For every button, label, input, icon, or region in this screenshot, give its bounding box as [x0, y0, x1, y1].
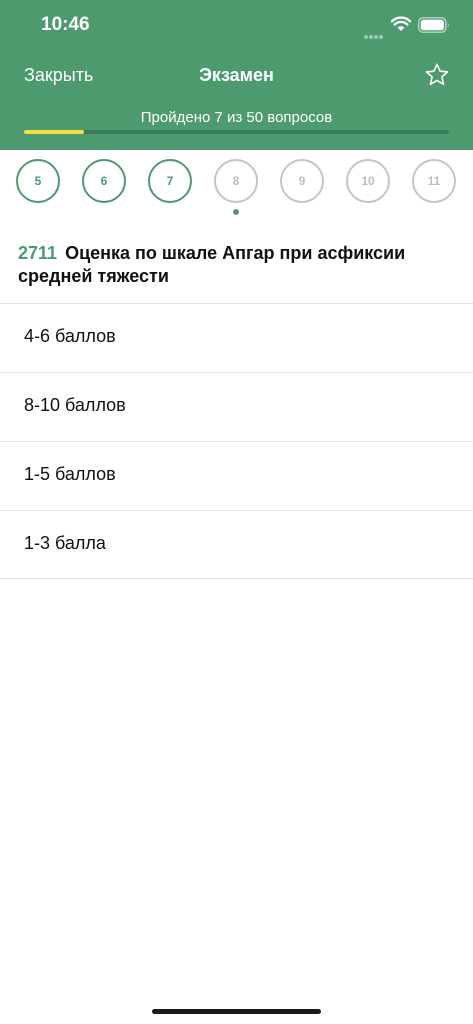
question-number-circle[interactable]: 10 — [346, 159, 390, 203]
exam-header: 10:46 Закрыть Экзамен Пройдено 7 из 50 в… — [0, 0, 473, 150]
battery-icon — [418, 17, 449, 33]
page-indicator-dot — [233, 209, 239, 215]
answer-option[interactable]: 1-3 балла — [0, 510, 473, 579]
question-number-circle[interactable]: 6 — [82, 159, 126, 203]
status-time: 10:46 — [41, 14, 90, 35]
star-outline-icon[interactable] — [424, 62, 450, 88]
question-number-circle[interactable]: 5 — [16, 159, 60, 203]
home-indicator — [152, 1009, 321, 1014]
progress-bar-fill — [24, 130, 84, 134]
navigation-bar: Закрыть Экзамен — [0, 56, 473, 96]
question-number: 2711 — [18, 243, 58, 263]
answer-option[interactable]: 4-6 баллов — [0, 303, 473, 372]
answer-option-label: 1-5 баллов — [24, 464, 116, 484]
question-text: Оценка по шкале Апгар при асфиксии средн… — [18, 243, 406, 286]
question-number-circle[interactable]: 8 — [214, 159, 258, 203]
question-number-circle[interactable]: 7 — [148, 159, 192, 203]
question-number-circle[interactable]: 11 — [412, 159, 456, 203]
answer-option-label: 1-3 балла — [24, 533, 106, 553]
question-block: 2711 Оценка по шкале Апгар при асфиксии с… — [18, 242, 458, 288]
status-bar: 10:46 — [0, 0, 473, 52]
answer-option-label: 8-10 баллов — [24, 395, 126, 415]
close-button[interactable]: Закрыть — [24, 65, 93, 86]
answer-option[interactable]: 1-5 баллов — [0, 441, 473, 510]
cellular-signal-icon — [364, 26, 386, 39]
answer-option[interactable]: 8-10 баллов — [0, 372, 473, 441]
progress-bar — [24, 130, 449, 134]
answer-option-label: 4-6 баллов — [24, 326, 116, 346]
question-number-circle[interactable]: 9 — [280, 159, 324, 203]
wifi-icon — [391, 16, 411, 31]
progress-label: Пройдено 7 из 50 вопросов — [140, 109, 333, 126]
answer-list: 4-6 баллов 8-10 баллов 1-5 баллов 1-3 ба… — [0, 303, 473, 579]
